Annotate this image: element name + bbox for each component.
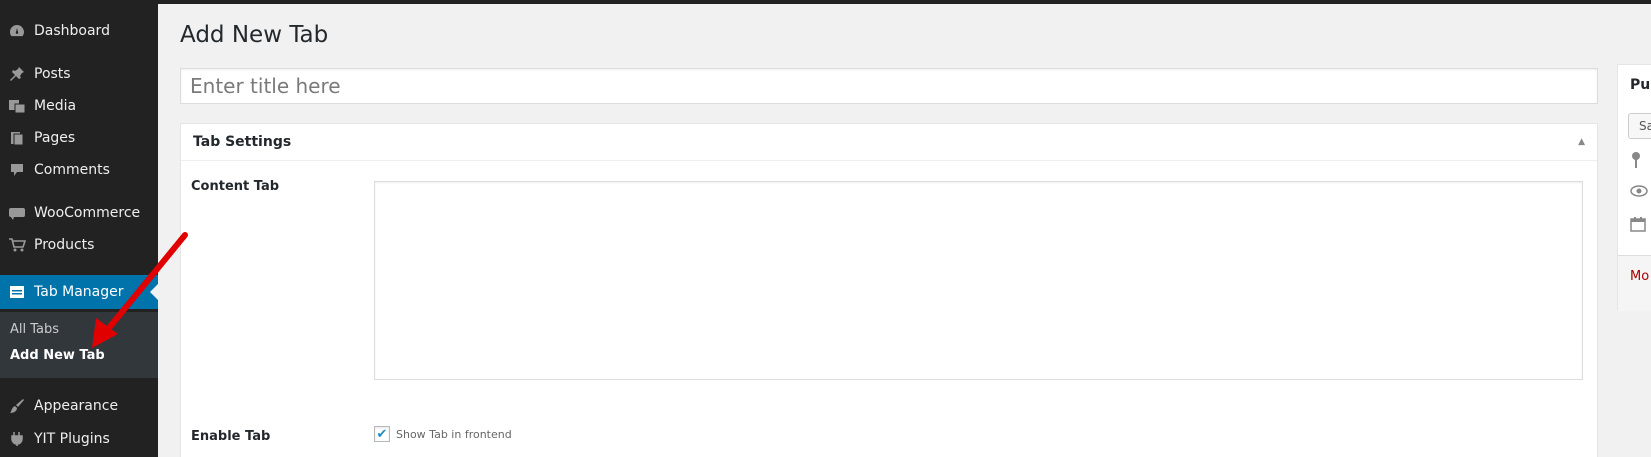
save-draft-button[interactable]: Sa: [1628, 113, 1651, 139]
publish-box: Pul Sa Mo: [1617, 64, 1651, 311]
admin-top-bar: [0, 0, 1651, 4]
menu-item-posts[interactable]: Posts: [0, 57, 158, 91]
menu-item-dashboard[interactable]: Dashboard: [0, 14, 158, 48]
menu-label: Media: [34, 98, 77, 114]
admin-sidebar: Dashboard Posts Media Pages Comments Woo…: [0, 0, 158, 457]
brush-icon: [0, 398, 34, 414]
move-to-trash-link[interactable]: Mo: [1630, 269, 1649, 284]
eye-icon: [1630, 185, 1648, 201]
tab-manager-submenu: All Tabs Add New Tab: [0, 312, 158, 378]
menu-item-tab-manager[interactable]: Tab Manager: [0, 275, 158, 309]
menu-item-yit-plugins[interactable]: YIT Plugins: [0, 422, 158, 456]
enable-tab-label: Enable Tab: [191, 429, 271, 444]
menu-item-woocommerce[interactable]: WooCommerce: [0, 196, 158, 230]
menu-item-comments[interactable]: Comments: [0, 153, 158, 187]
postbox-title: Tab Settings: [193, 134, 292, 150]
menu-label: Products: [34, 237, 95, 253]
pin-status-icon: [1630, 151, 1642, 173]
media-icon: [0, 98, 34, 114]
calendar-icon: [1630, 216, 1646, 236]
publish-title: Pul: [1630, 77, 1651, 93]
dashboard-icon: [0, 23, 34, 39]
submenu-item-all-tabs[interactable]: All Tabs: [10, 322, 59, 337]
plugin-icon: [0, 431, 34, 447]
menu-item-products[interactable]: Products: [0, 228, 158, 262]
content-textarea[interactable]: [374, 181, 1583, 380]
show-tab-checkbox[interactable]: ✔: [374, 426, 390, 442]
menu-label: Posts: [34, 66, 71, 82]
menu-item-appearance[interactable]: Appearance: [0, 389, 158, 423]
menu-label: Tab Manager: [34, 284, 124, 300]
menu-item-pages[interactable]: Pages: [0, 121, 158, 155]
menu-label: Comments: [34, 162, 110, 178]
postbox-header[interactable]: Tab Settings ▲: [181, 124, 1597, 161]
pin-icon: [0, 66, 34, 82]
show-tab-label[interactable]: Show Tab in frontend: [396, 428, 512, 441]
menu-label: Dashboard: [34, 23, 110, 39]
woocommerce-icon: [0, 206, 34, 220]
cart-icon: [0, 237, 34, 253]
tab-manager-icon: [0, 285, 34, 299]
title-input[interactable]: [180, 68, 1598, 104]
collapse-arrow-icon[interactable]: ▲: [1578, 137, 1585, 147]
pages-icon: [0, 130, 34, 146]
checkmark-icon: ✔: [376, 426, 388, 442]
menu-label: Appearance: [34, 398, 119, 414]
submenu-item-add-new-tab[interactable]: Add New Tab: [10, 348, 105, 363]
menu-label: YIT Plugins: [34, 431, 110, 447]
comment-icon: [0, 162, 34, 178]
menu-label: WooCommerce: [34, 205, 141, 221]
content-tab-label: Content Tab: [191, 179, 280, 194]
menu-label: Pages: [34, 130, 76, 146]
tab-settings-box: Tab Settings ▲ Content Tab Enable Tab ✔ …: [180, 123, 1598, 457]
page-title: Add New Tab: [180, 22, 329, 48]
menu-item-media[interactable]: Media: [0, 89, 158, 123]
show-tab-checkbox-wrap[interactable]: ✔ Show Tab in frontend: [374, 426, 512, 442]
